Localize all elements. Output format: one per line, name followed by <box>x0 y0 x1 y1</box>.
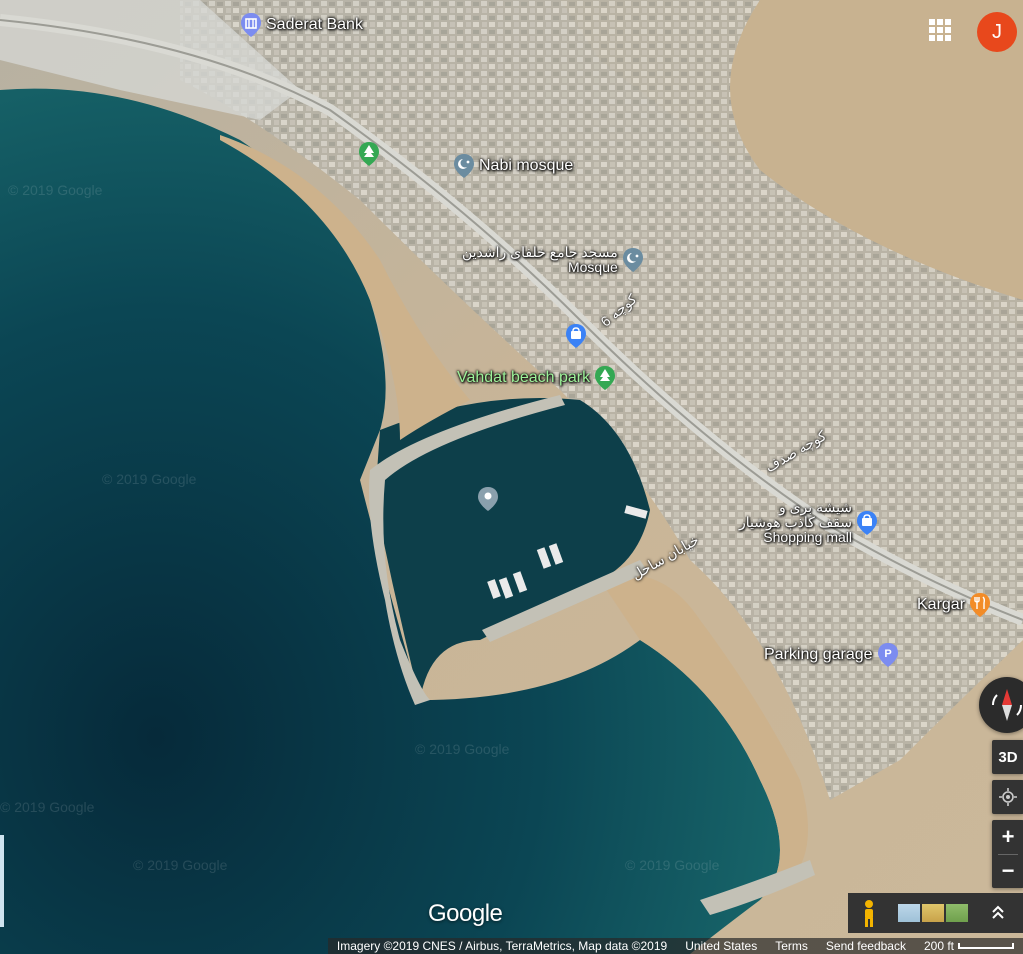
poi-label: Vahdat beach park <box>457 369 591 386</box>
restaurant-pin-icon <box>970 593 991 617</box>
poi-label-line2: سقف کاذب هوشیار <box>739 514 853 530</box>
poi-category-label: Mosque <box>567 259 618 275</box>
park-pin-icon <box>595 366 616 390</box>
google-apps-icon[interactable] <box>929 19 951 41</box>
scale-label: 200 ft <box>923 939 954 953</box>
poi-label: Parking garage <box>764 646 873 663</box>
svg-text:P: P <box>884 648 891 660</box>
poi-parking-garage[interactable]: P Parking garage <box>764 642 899 668</box>
map-watermark: © 2019 Google <box>625 857 720 873</box>
scale-bar[interactable]: 200 ft <box>914 938 1023 954</box>
poi-shopping-marker[interactable] <box>565 323 587 349</box>
bank-pin-icon <box>241 13 261 37</box>
map-watermark: © 2019 Google <box>415 741 510 757</box>
poi-label: مسجد جامع خلفای راشدین <box>462 244 618 260</box>
poi-category-label: Shopping mall <box>763 529 853 545</box>
poi-saderat-bank[interactable]: Saderat Bank <box>240 12 363 38</box>
poi-nabi-mosque[interactable]: Nabi mosque <box>453 153 573 179</box>
poi-label: Nabi mosque <box>479 157 574 174</box>
park-pin-icon <box>359 142 379 166</box>
poi-label: شیشه بری و <box>778 499 853 515</box>
poi-shopping-mall[interactable]: شیشه بری و سقف کاذب هوشیار Shopping mall <box>739 500 878 545</box>
region-link[interactable]: United States <box>676 938 767 954</box>
layer-thumb-map[interactable] <box>946 904 968 922</box>
account-avatar[interactable]: J <box>977 12 1017 52</box>
layer-thumb-satellite[interactable] <box>922 904 944 922</box>
imagery-attribution: Imagery ©2019 CNES / Airbus, TerraMetric… <box>327 938 677 954</box>
poi-label: Kargar <box>917 596 966 613</box>
map-watermark: © 2019 Google <box>8 182 103 198</box>
layers-bar <box>848 893 1023 933</box>
zoom-in-button[interactable]: + <box>992 820 1023 854</box>
footer-bar: Imagery ©2019 CNES / Airbus, TerraMetric… <box>0 938 1023 954</box>
zoom-out-button[interactable]: − <box>992 855 1023 889</box>
terms-link[interactable]: Terms <box>766 938 817 954</box>
mosque-pin-icon <box>622 248 643 272</box>
google-logo: Google <box>428 900 503 927</box>
location-pin-icon <box>478 487 498 511</box>
shopping-pin-icon <box>566 324 586 348</box>
send-feedback-link[interactable]: Send feedback <box>816 938 915 954</box>
layer-thumb-terrain[interactable] <box>898 904 920 922</box>
poi-kargar[interactable]: Kargar <box>917 592 991 618</box>
left-panel-edge <box>0 835 4 927</box>
poi-label: Saderat Bank <box>266 16 363 33</box>
poi-mosque-rashidin[interactable]: مسجد جامع خلفای راشدین Mosque <box>462 245 644 275</box>
poi-vahdat-beach-park[interactable]: Vahdat beach park <box>457 365 616 391</box>
poi-park-marker[interactable] <box>358 141 380 167</box>
map-watermark: © 2019 Google <box>133 857 228 873</box>
expand-icon[interactable] <box>990 903 1006 923</box>
compass-icon <box>991 689 1023 721</box>
my-location-button[interactable] <box>992 780 1023 814</box>
map-watermark: © 2019 Google <box>102 471 197 487</box>
my-location-icon <box>999 788 1017 806</box>
mosque-pin-icon <box>454 154 474 178</box>
poi-harbor-marker[interactable] <box>477 486 499 512</box>
zoom-control: + − <box>992 820 1023 888</box>
parking-pin-icon: P <box>877 643 898 667</box>
pegman-icon[interactable] <box>852 893 886 933</box>
3d-toggle-button[interactable]: 3D <box>992 740 1023 774</box>
shopping-pin-icon <box>857 510 878 535</box>
map-watermark: © 2019 Google <box>0 799 95 815</box>
scale-line <box>958 943 1014 949</box>
